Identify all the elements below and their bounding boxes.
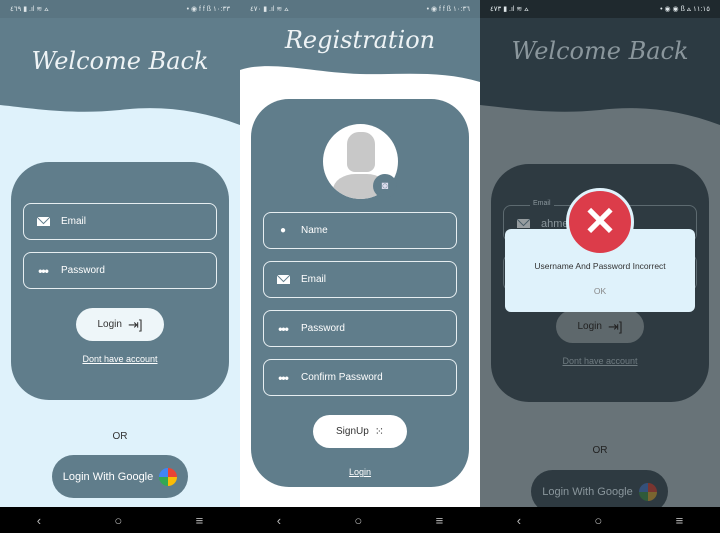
no-account-link[interactable]: Dont have account	[11, 354, 229, 364]
email-placeholder: Email	[301, 274, 327, 285]
email-input[interactable]: Email	[263, 261, 457, 298]
camera-button[interactable]: ◙	[373, 174, 397, 198]
header-wave	[480, 0, 720, 125]
email-placeholder: Email	[61, 216, 87, 227]
name-placeholder: Name	[301, 225, 328, 236]
recents-button[interactable]: ≡	[676, 513, 684, 528]
page-title: Welcome Back	[511, 37, 689, 65]
confirm-password-input[interactable]: ••• Confirm Password	[263, 359, 457, 396]
login-link[interactable]: Login	[251, 467, 469, 477]
ok-button[interactable]: OK	[505, 286, 695, 296]
dialog-message: Username And Password Incorrect	[534, 261, 666, 271]
registration-screen: ٤٧٠ ▮ .ıl ≋ ⩟ • ◉ f f ß ١٠:٣٦ Registratio…	[240, 0, 480, 507]
status-left: ٤٧٠ ▮ .ıl ≋ ⩟	[250, 5, 289, 13]
email-input[interactable]: Email	[23, 203, 217, 240]
google-login-button[interactable]: Login With Google	[531, 470, 668, 507]
password-icon: •••	[278, 321, 289, 336]
google-label: Login With Google	[542, 485, 633, 498]
password-input[interactable]: ••• Password	[23, 252, 217, 289]
confirm-password-placeholder: Confirm Password	[301, 372, 383, 383]
back-button[interactable]: ‹	[517, 513, 521, 528]
signup-button[interactable]: SignUp ⁙	[313, 415, 407, 448]
google-icon	[638, 482, 657, 501]
status-right: • ◉ ◉ ß ⩟ ١١:١٥	[660, 5, 710, 13]
camera-icon: ◙	[381, 180, 389, 192]
no-account-link[interactable]: Dont have account	[491, 356, 709, 366]
login-icon: ⇥]	[127, 316, 143, 332]
password-placeholder: Password	[61, 265, 105, 276]
mail-icon	[36, 217, 50, 226]
password-input[interactable]: ••• Password	[263, 310, 457, 347]
registration-card: ◙ ● Name Email ••• Password ••• Confirm Pas…	[251, 99, 469, 487]
mail-icon	[516, 219, 530, 228]
keypad-icon: ⁙	[374, 426, 385, 438]
page-title: Welcome Back	[31, 47, 209, 75]
login-card: Email ••• Password Login ⇥] Dont have acco…	[11, 162, 229, 400]
home-button[interactable]: ○	[114, 513, 122, 528]
page-title: Registration	[284, 26, 436, 54]
google-login-button[interactable]: Login With Google	[52, 455, 188, 498]
back-button[interactable]: ‹	[277, 513, 281, 528]
status-bar: ٤٧٣ ▮ .ıl ≋ ⩟ • ◉ ◉ ß ⩟ ١١:١٥	[480, 0, 720, 18]
google-icon	[159, 467, 178, 486]
status-left: ٤٧٣ ▮ .ıl ≋ ⩟	[490, 5, 529, 13]
recents-button[interactable]: ≡	[436, 513, 444, 528]
status-bar: ٤٦٩ ▮ .ıl ≋ ⩟ • ◉ f f ß ١٠:٣٣	[0, 0, 240, 18]
nav-bar: ‹ ○ ≡	[0, 507, 240, 533]
nav-bar: ‹ ○ ≡	[240, 507, 480, 533]
name-input[interactable]: ● Name	[263, 212, 457, 249]
recents-button[interactable]: ≡	[196, 513, 204, 528]
mail-icon	[276, 275, 290, 284]
login-icon: ⇥]	[607, 318, 623, 334]
status-left: ٤٦٩ ▮ .ıl ≋ ⩟	[10, 5, 49, 13]
status-right: • ◉ f f ß ١٠:٣٣	[186, 6, 230, 13]
or-divider: OR	[592, 445, 608, 456]
nav-bar: ‹ ○ ≡	[480, 507, 720, 533]
login-screen: ٤٦٩ ▮ .ıl ≋ ⩟ • ◉ f f ß ١٠:٣٣ Welcome Bac…	[0, 0, 240, 507]
google-label: Login With Google	[62, 470, 154, 483]
error-icon: ✕	[566, 188, 634, 256]
password-placeholder: Password	[301, 323, 345, 334]
email-label: Email	[530, 200, 554, 207]
password-icon: •••	[278, 370, 289, 385]
home-button[interactable]: ○	[354, 513, 362, 528]
home-button[interactable]: ○	[594, 513, 602, 528]
person-icon: ●	[279, 225, 287, 236]
login-label: Login	[97, 319, 122, 330]
or-divider: OR	[112, 431, 128, 442]
back-button[interactable]: ‹	[37, 513, 41, 528]
login-error-screen: ٤٧٣ ▮ .ıl ≋ ⩟ • ◉ ◉ ß ⩟ ١١:١٥ Welcome Bac…	[480, 0, 720, 507]
person-silhouette-icon	[347, 132, 375, 172]
login-label: Login	[577, 321, 602, 332]
signup-label: SignUp	[335, 426, 369, 437]
status-bar: ٤٧٠ ▮ .ıl ≋ ⩟ • ◉ f f ß ١٠:٣٦	[240, 0, 480, 18]
login-button[interactable]: Login ⇥]	[76, 308, 164, 341]
login-button[interactable]: Login ⇥]	[556, 310, 644, 343]
password-icon: •••	[38, 263, 49, 278]
status-right: • ◉ f f ß ١٠:٣٦	[426, 6, 470, 13]
